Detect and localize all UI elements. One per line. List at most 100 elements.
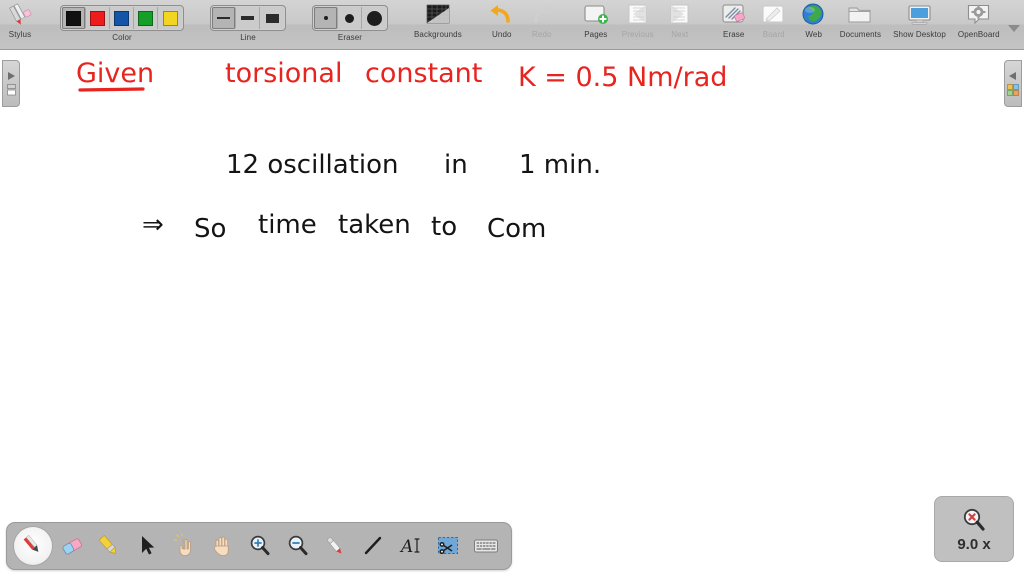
- line-width-thin[interactable]: [212, 7, 236, 29]
- given-underline: [78, 87, 145, 92]
- top-toolbar: Stylus Color Line Eraser Backgrounds Und…: [0, 0, 1024, 50]
- documents-label: Documents: [839, 30, 882, 39]
- left-page-panel-handle[interactable]: [2, 60, 20, 107]
- pages-label: Pages: [584, 30, 608, 39]
- color-picker[interactable]: Color: [54, 0, 190, 42]
- note-in: in: [444, 150, 468, 180]
- pointing-hand-icon: [173, 533, 191, 556]
- color-swatch-red[interactable]: [86, 7, 110, 29]
- documents-button[interactable]: Documents: [834, 0, 887, 39]
- line-icon: [364, 536, 382, 555]
- page-stack-icon: [6, 84, 16, 96]
- tool-laser-button[interactable]: [317, 527, 353, 565]
- globe-icon: [802, 3, 824, 25]
- show-desktop-button[interactable]: Show Desktop: [887, 0, 952, 39]
- erase-all-button[interactable]: Erase: [714, 0, 754, 39]
- add-page-button[interactable]: Pages: [576, 0, 616, 39]
- color-swatch-black[interactable]: [62, 7, 86, 29]
- note-so: So: [194, 214, 227, 244]
- monitor-icon: [907, 5, 931, 25]
- note-time: time: [258, 210, 317, 240]
- previous-page-button[interactable]: Previous: [616, 0, 660, 39]
- board-label: Board: [762, 30, 785, 39]
- color-label: Color: [112, 33, 132, 42]
- note-duration: 1 min.: [519, 150, 602, 180]
- web-button[interactable]: Web: [794, 0, 834, 39]
- tool-selector-button[interactable]: [129, 527, 165, 565]
- web-label: Web: [805, 30, 823, 39]
- board-icon: [762, 5, 784, 23]
- note-com: Com: [487, 214, 547, 244]
- next-label: Next: [671, 30, 689, 39]
- tool-keyboard-button[interactable]: [468, 527, 504, 565]
- stylus-icon: [9, 3, 32, 25]
- erase-label: Erase: [723, 30, 745, 39]
- zoom-factor-label: 9.0 x: [957, 535, 991, 553]
- eraser-size-row[interactable]: [312, 5, 388, 31]
- capture-scissors-icon: [438, 537, 459, 555]
- line-width-medium[interactable]: [236, 7, 260, 29]
- line-width-thick[interactable]: [260, 7, 284, 29]
- backgrounds-label: Backgrounds: [414, 30, 462, 39]
- eraser-label: Eraser: [337, 33, 363, 42]
- eraser-size-large[interactable]: [362, 7, 386, 29]
- note-given: Given: [76, 58, 155, 89]
- right-page-panel-handle[interactable]: [1004, 60, 1022, 107]
- ink-strokes: [78, 87, 145, 92]
- color-group: Color: [54, 0, 190, 50]
- redo-icon: [534, 5, 554, 23]
- next-page-button[interactable]: Next: [660, 0, 700, 39]
- tool-line-button[interactable]: [355, 527, 391, 565]
- tool-pen-button[interactable]: [14, 527, 52, 565]
- zoom-out-icon: [288, 535, 308, 556]
- tool-eraser-button[interactable]: [54, 527, 90, 565]
- color-swatch-blue[interactable]: [110, 7, 134, 29]
- stylus-button[interactable]: Stylus: [0, 0, 40, 39]
- laser-pointer-icon: [327, 537, 342, 554]
- note-torsional: torsional: [225, 58, 343, 89]
- add-page-icon: [584, 5, 608, 24]
- zoom-in-icon: [250, 535, 270, 556]
- board-button[interactable]: Board: [754, 0, 794, 39]
- color-swatch-row[interactable]: [60, 5, 184, 31]
- eraser-size-picker[interactable]: Eraser: [306, 0, 394, 42]
- backgrounds-icon: [426, 4, 450, 24]
- note-constant: constant: [365, 58, 483, 89]
- gear-bubble-icon: [967, 4, 989, 25]
- redo-button[interactable]: Redo: [522, 0, 562, 39]
- pen-icon: [23, 534, 39, 552]
- note-oscillation-count: 12 oscillation: [226, 150, 399, 180]
- tool-zoom-in-button[interactable]: [242, 527, 278, 565]
- undo-button[interactable]: Undo: [482, 0, 522, 39]
- tool-hand-button[interactable]: [204, 527, 240, 565]
- openboard-label: OpenBoard: [957, 30, 1000, 39]
- backgrounds-button[interactable]: Backgrounds: [408, 0, 468, 39]
- tool-text-button[interactable]: A: [393, 527, 429, 565]
- line-width-picker[interactable]: Line: [204, 0, 292, 42]
- zoom-reset-button[interactable]: 9.0 x: [934, 496, 1014, 562]
- tool-marker-button[interactable]: [91, 527, 127, 565]
- note-k-value: K = 0.5 Nm/rad: [518, 62, 728, 93]
- eraser-size-medium[interactable]: [338, 7, 362, 29]
- tool-capture-button[interactable]: [431, 527, 467, 565]
- library-icon: [1007, 84, 1019, 96]
- play-right-icon: [8, 72, 15, 80]
- redo-label: Redo: [532, 30, 552, 39]
- openboard-button[interactable]: OpenBoard: [952, 0, 1002, 39]
- eraser-size-small[interactable]: [314, 7, 338, 29]
- tool-interact-button[interactable]: [167, 527, 203, 565]
- tool-zoom-out-button[interactable]: [280, 527, 316, 565]
- color-swatch-yellow[interactable]: [158, 7, 182, 29]
- zoom-reset-icon: [963, 508, 985, 531]
- toolbar-overflow-button[interactable]: [1002, 0, 1024, 32]
- whiteboard-canvas[interactable]: Given torsional constant K = 0.5 Nm/rad …: [0, 50, 1024, 576]
- arrow-cursor-icon: [141, 536, 155, 555]
- color-swatch-green[interactable]: [134, 7, 158, 29]
- line-group: Line: [204, 0, 292, 50]
- next-page-icon: [670, 4, 689, 24]
- highlighter-icon: [98, 535, 117, 554]
- stylus-label: Stylus: [8, 30, 32, 39]
- line-width-row[interactable]: [210, 5, 286, 31]
- note-implies-arrow: ⇒: [142, 210, 164, 240]
- line-label: Line: [240, 33, 256, 42]
